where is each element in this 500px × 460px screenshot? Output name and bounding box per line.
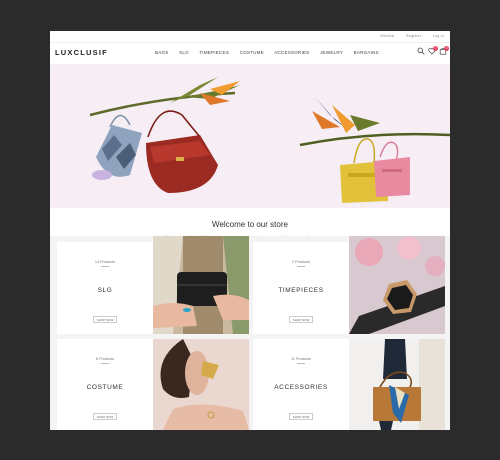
nav-item-timepieces[interactable]: TIMEPIECES	[199, 50, 229, 55]
product-count: 2 Products	[291, 260, 311, 264]
category-name: ACCESSORIES	[274, 384, 328, 391]
category-grid: 14 Products SLG SHOP NOW 2 Products TIME…	[50, 236, 450, 430]
nav-item-bargains[interactable]: BARGAINS	[354, 50, 379, 55]
cart-count-badge: 0	[444, 46, 449, 51]
product-count: 6 Products	[95, 357, 115, 361]
product-count: 14 Products	[94, 260, 116, 264]
header-icons: 0 0	[417, 46, 449, 59]
category-card-costume[interactable]: 6 Products COSTUME SHOP NOW	[57, 339, 153, 430]
shop-now-button[interactable]: SHOP NOW	[289, 316, 313, 323]
welcome-title: Welcome to our store	[212, 220, 288, 229]
shop-now-button[interactable]: SHOP NOW	[93, 413, 117, 420]
utility-links: Wishlist Register Log in	[370, 34, 444, 38]
watch-photo	[349, 236, 445, 334]
nav-menu: BAGS SLG TIMEPIECES COSTUME ACCESSORIES …	[155, 50, 388, 55]
search-icon[interactable]	[417, 47, 425, 55]
category-name: COSTUME	[86, 384, 124, 391]
scarf-bag-photo	[349, 339, 445, 430]
logo[interactable]: LUXCLUSIF	[55, 48, 108, 57]
shop-now-button[interactable]: SHOP NOW	[93, 316, 117, 323]
category-card-slg[interactable]: 14 Products SLG SHOP NOW	[57, 242, 153, 334]
store-page: Wishlist Register Log in LUXCLUSIF BAGS …	[50, 31, 450, 430]
wishlist-link[interactable]: Wishlist	[380, 34, 394, 38]
slg-image[interactable]	[153, 236, 249, 334]
login-link[interactable]: Log in	[433, 34, 444, 38]
accessories-image[interactable]	[349, 339, 445, 430]
category-card-timepieces[interactable]: 2 Products TIMEPIECES SHOP NOW	[253, 242, 349, 334]
hero-image	[50, 65, 450, 208]
category-name: TIMEPIECES	[278, 287, 324, 294]
register-link[interactable]: Register	[406, 34, 421, 38]
nav-item-accessories[interactable]: ACCESSORIES	[274, 50, 309, 55]
product-count: 11 Products	[291, 357, 311, 361]
nav-item-bags[interactable]: BAGS	[155, 50, 169, 55]
divider	[101, 266, 109, 267]
earring-photo	[153, 339, 249, 430]
nav-item-costume[interactable]: COSTUME	[240, 50, 264, 55]
main-nav: LUXCLUSIF BAGS SLG TIMEPIECES COSTUME AC…	[50, 42, 450, 65]
nav-item-jewelry[interactable]: JEWELRY	[320, 50, 343, 55]
divider	[297, 266, 305, 267]
wallet-photo	[153, 236, 249, 334]
hero-banner[interactable]	[50, 65, 450, 208]
category-card-accessories[interactable]: 11 Products ACCESSORIES SHOP NOW	[253, 339, 349, 430]
category-name: SLG	[97, 287, 113, 294]
costume-image[interactable]	[153, 339, 249, 430]
timepieces-image[interactable]	[349, 236, 445, 334]
divider	[101, 363, 109, 364]
nav-item-slg[interactable]: SLG	[179, 50, 189, 55]
divider	[297, 363, 305, 364]
wishlist-count-badge: 0	[433, 46, 438, 51]
shop-now-button[interactable]: SHOP NOW	[289, 413, 313, 420]
